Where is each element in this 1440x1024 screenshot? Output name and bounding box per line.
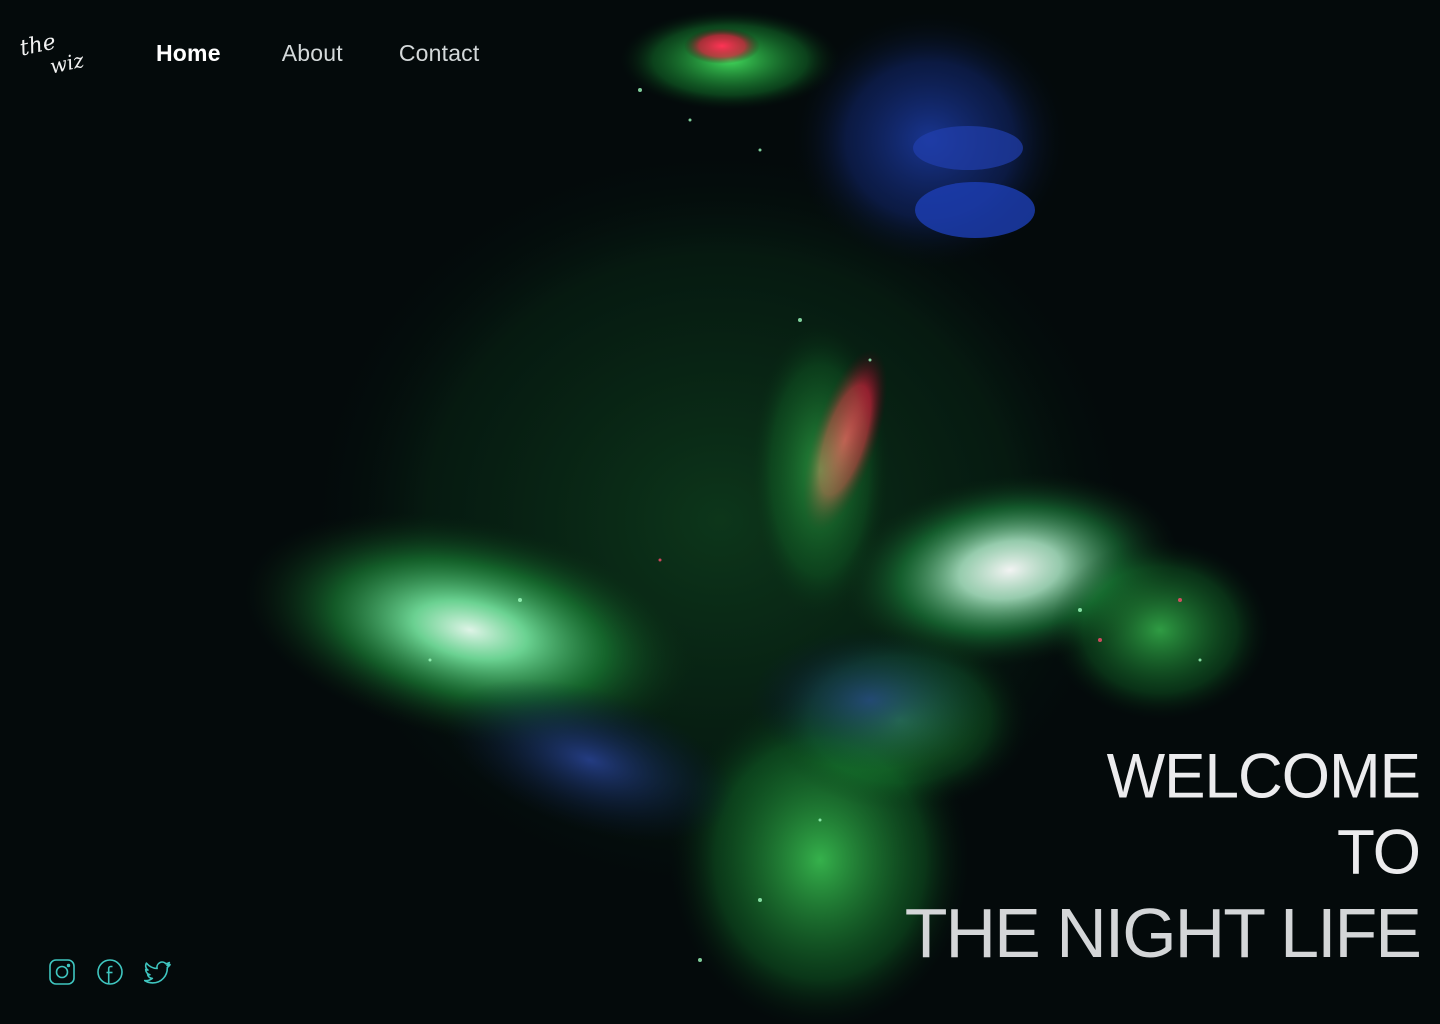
brand-logo[interactable]: the wiz bbox=[18, 26, 98, 79]
facebook-icon[interactable] bbox=[96, 958, 124, 986]
hero-headline: WELCOME TO THE NIGHT LIFE bbox=[904, 741, 1422, 972]
nav-contact-link[interactable]: Contact bbox=[399, 38, 480, 68]
nav-home-link[interactable]: Home bbox=[156, 38, 221, 68]
twitter-icon[interactable] bbox=[144, 958, 172, 986]
hero-line-night-life: THE NIGHT LIFE bbox=[904, 894, 1422, 972]
hero-line-welcome: WELCOME bbox=[1106, 741, 1421, 812]
landing-page: the wiz Home About Contact WELCOME TO TH… bbox=[0, 0, 1440, 1024]
social-links bbox=[48, 958, 192, 986]
instagram-icon[interactable] bbox=[48, 958, 76, 986]
nav-about-link[interactable]: About bbox=[282, 38, 343, 68]
hero-line-to: TO bbox=[1337, 817, 1421, 888]
main-nav: Home About Contact bbox=[156, 38, 535, 68]
